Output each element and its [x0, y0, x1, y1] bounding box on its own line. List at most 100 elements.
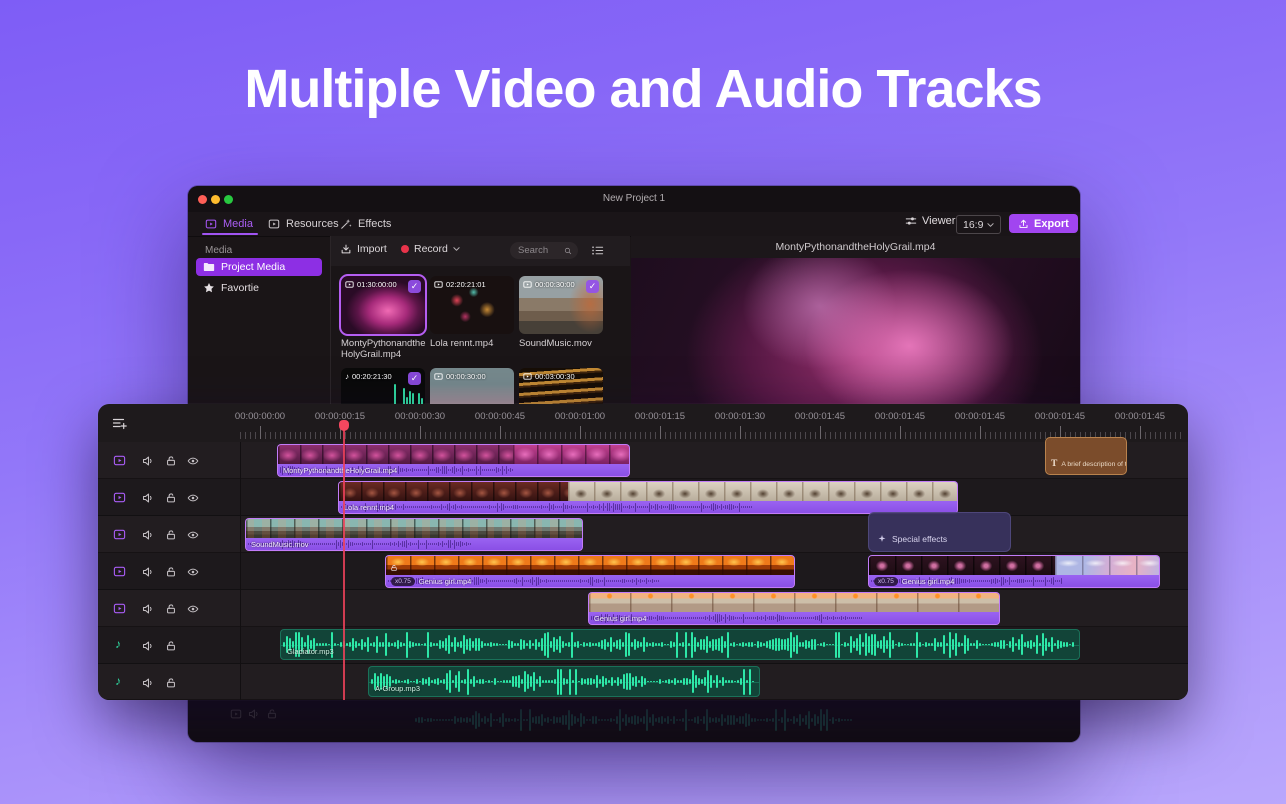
ruler-tick-minor — [840, 432, 841, 439]
timeline-clip-agroup[interactable]: A-Group.mp3 — [368, 666, 760, 697]
ruler-tick-minor — [575, 432, 576, 439]
ruler-tick-minor — [465, 432, 466, 439]
tab-resources[interactable]: Resources — [268, 215, 339, 233]
mute-track-icon[interactable] — [142, 603, 154, 615]
ruler-tick-minor — [860, 432, 861, 439]
timeline-clip-montypython[interactable]: MontyPythonandtheHolyGrail.mp4 — [277, 444, 630, 477]
hide-track-icon[interactable] — [187, 566, 199, 578]
media-thumbnail[interactable]: 00:00:30:00✓ — [519, 276, 603, 334]
ruler-tick-minor — [995, 432, 996, 439]
ruler-tick-minor — [295, 432, 296, 439]
playhead-handle[interactable] — [339, 420, 349, 431]
media-duration-badge: ♪00:20:21:30 — [345, 372, 392, 381]
media-item-card[interactable]: 00:00:30:00✓SoundMusic.mov — [519, 276, 605, 349]
video-camera-icon — [434, 281, 443, 288]
mute-track-icon[interactable] — [142, 529, 154, 541]
mute-track-icon[interactable] — [142, 492, 154, 504]
track-type-video-icon[interactable] — [113, 528, 126, 541]
timeline-clip-text[interactable]: T A brief description of the — [1045, 437, 1127, 475]
hide-track-icon[interactable] — [187, 492, 199, 504]
ruler-tick-minor — [545, 432, 546, 439]
clip-label: A brief description of the — [1061, 461, 1127, 468]
ruler-tick-minor — [755, 432, 756, 439]
media-item-card[interactable]: 02:20:21:01Lola rennt.mp4 — [430, 276, 516, 349]
media-thumbnail[interactable]: 02:20:21:01 — [430, 276, 514, 334]
ruler-tick-major — [420, 426, 421, 439]
lock-track-icon[interactable] — [165, 603, 177, 615]
aspect-ratio-select[interactable]: 16:9 — [956, 215, 1001, 234]
timeline-clip-soundmusic[interactable]: SoundMusic.mov — [245, 518, 583, 551]
ruler-tick-minor — [265, 432, 266, 439]
timeline-clip-lola[interactable]: Lola rennt.mp4 — [338, 481, 958, 514]
mute-track-icon[interactable] — [142, 566, 154, 578]
media-item-card[interactable]: 01:30:00:00✓ MontyPythonandtheHolyGrail.m… — [341, 276, 427, 360]
selected-check-badge[interactable]: ✓ — [408, 372, 421, 385]
ruler-tick-minor — [735, 432, 736, 439]
list-view-icon — [591, 244, 604, 257]
ruler-tick-minor — [590, 432, 591, 439]
mute-track-icon[interactable] — [142, 677, 154, 689]
clip-label: A-Group.mp3 — [375, 684, 420, 693]
lock-track-icon[interactable] — [165, 455, 177, 467]
search-input[interactable] — [516, 244, 560, 257]
ruler-tick-minor — [675, 432, 676, 439]
ruler-tick-minor — [720, 432, 721, 439]
sidebar-item-project-media[interactable]: Project Media — [196, 258, 322, 276]
hide-track-icon[interactable] — [187, 455, 199, 467]
record-button[interactable]: Record — [401, 243, 460, 255]
ruler-tick-minor — [455, 432, 456, 439]
view-mode-button[interactable] — [591, 244, 604, 262]
hide-track-icon[interactable] — [187, 529, 199, 541]
tab-bar: Media Resources Effects Viewer 16:9 Expo… — [188, 212, 1080, 237]
ruler-tick-major — [1140, 426, 1141, 439]
media-duration-badge: 00:03:00:30 — [523, 372, 575, 381]
tab-effects[interactable]: Effects — [340, 215, 391, 233]
lock-track-icon[interactable] — [165, 640, 177, 652]
track-type-video-icon[interactable] — [113, 602, 126, 615]
tab-media[interactable]: Media — [205, 215, 253, 233]
ruler-tick-minor — [785, 432, 786, 439]
ruler-label: 00:00:00:00 — [220, 411, 300, 422]
timeline-clip-geniusgirl-bottom[interactable]: Genius girl.mp4 — [588, 592, 1000, 625]
timeline-clip-special-effects[interactable]: Special effects — [868, 512, 1011, 552]
speed-badge: x0.75 — [874, 577, 898, 586]
ruler-tick-minor — [865, 432, 866, 439]
tab-media-label: Media — [223, 218, 253, 230]
search-box[interactable] — [510, 242, 578, 259]
ruler-tick-minor — [935, 432, 936, 439]
track-type-video-icon[interactable] — [113, 454, 126, 467]
ruler-label: 00:00:01:30 — [700, 411, 780, 422]
timeline-ruler[interactable]: 00:00:00:0000:00:00:1500:00:00:3000:00:0… — [98, 404, 1188, 442]
sidebar-item-favortie[interactable]: Favortie — [203, 280, 259, 296]
mute-track-icon[interactable] — [142, 455, 154, 467]
export-button[interactable]: Export — [1009, 214, 1078, 233]
ruler-tick-minor — [630, 432, 631, 439]
clip-label: Lola rennt.mp4 — [344, 503, 394, 512]
track-type-video-icon[interactable] — [113, 565, 126, 578]
ruler-tick-minor — [670, 432, 671, 439]
media-duration-badge: 00:00:30:00 — [434, 372, 486, 381]
lock-track-icon[interactable] — [165, 677, 177, 689]
lock-track-icon[interactable] — [165, 529, 177, 541]
lock-track-icon[interactable] — [165, 566, 177, 578]
viewer-toggle[interactable]: Viewer — [905, 215, 955, 227]
media-thumbnail[interactable]: 01:30:00:00✓ — [341, 276, 425, 334]
timeline-clip-geniusgirl-right[interactable]: x0.75 Genius girl.mp4 — [868, 555, 1160, 588]
track-type-video-icon[interactable] — [113, 491, 126, 504]
selected-check-badge[interactable]: ✓ — [586, 280, 599, 293]
selected-check-badge[interactable]: ✓ — [408, 280, 421, 293]
mute-track-icon[interactable] — [142, 640, 154, 652]
media-item-name: MontyPythonandtheHolyGrail.mp4 — [341, 338, 427, 360]
preview-video[interactable] — [631, 258, 1080, 418]
hide-track-icon[interactable] — [187, 603, 199, 615]
ruler-tick-minor — [730, 432, 731, 439]
ruler-tick-minor — [845, 432, 846, 439]
ruler-tick-minor — [1035, 432, 1036, 439]
ruler-tick-minor — [810, 432, 811, 439]
lock-track-icon[interactable] — [165, 492, 177, 504]
import-button[interactable]: Import — [340, 243, 387, 255]
timeline-clip-geniusgirl-left[interactable]: x0.75 Genius girl.mp4 — [385, 555, 795, 588]
viewer-label: Viewer — [922, 215, 955, 227]
timeline-clip-gladiator[interactable]: Gladiator.mp3 — [280, 629, 1080, 660]
ruler-label: 00:00:01:45 — [1100, 411, 1180, 422]
